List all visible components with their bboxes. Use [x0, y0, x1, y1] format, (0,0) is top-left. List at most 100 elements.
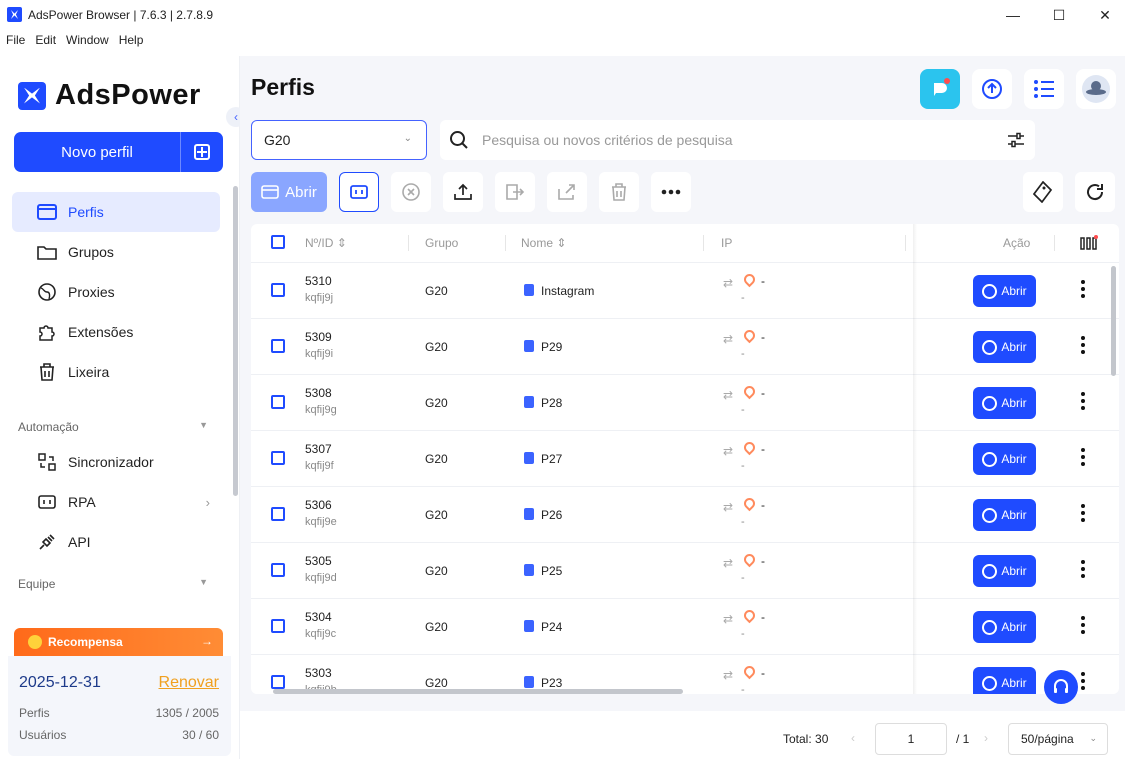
table-row[interactable]: 5310 kqfij9j G20 Instagram ⇄ - - Abrir: [251, 262, 1119, 318]
add-profile-plus-icon[interactable]: [181, 132, 223, 172]
table-row[interactable]: 5304 kqfij9c G20 P24 ⇄ - - Abrir: [251, 598, 1119, 654]
delete-button[interactable]: [599, 172, 639, 212]
page-size-select[interactable]: 50/página ⌄: [1008, 723, 1108, 755]
select-all-checkbox[interactable]: [271, 235, 285, 249]
more-actions-button[interactable]: [651, 172, 691, 212]
move-group-button[interactable]: [495, 172, 535, 212]
location-pin-icon: [741, 383, 758, 400]
assistant-app-icon[interactable]: [920, 69, 960, 109]
open-profile-button[interactable]: Abrir: [973, 611, 1036, 643]
row-more-icon[interactable]: [1081, 448, 1085, 468]
column-divider: [505, 235, 506, 251]
row-checkbox[interactable]: [271, 283, 285, 297]
reward-banner[interactable]: Recompensa →: [14, 628, 223, 656]
group-select[interactable]: G20 ⌄: [251, 120, 427, 160]
filter-sliders-icon[interactable]: [1007, 132, 1025, 148]
rpa-robot-button[interactable]: [339, 172, 379, 212]
row-checkbox[interactable]: [271, 619, 285, 633]
prev-page-chevron-icon[interactable]: ‹: [851, 731, 855, 745]
share-button[interactable]: [547, 172, 587, 212]
row-more-icon[interactable]: [1081, 672, 1085, 692]
minimize-button[interactable]: —: [990, 0, 1036, 30]
new-profile-button[interactable]: Novo perfil: [14, 132, 223, 172]
menu-file[interactable]: File: [6, 33, 25, 53]
menu-edit[interactable]: Edit: [35, 33, 56, 53]
column-header-id[interactable]: Nº/ID ⇕: [305, 236, 347, 250]
profile-name[interactable]: P29: [541, 340, 562, 354]
profile-card-icon: [36, 201, 58, 223]
profile-name[interactable]: P26: [541, 508, 562, 522]
row-checkbox[interactable]: [271, 507, 285, 521]
sidebar-item-proxies[interactable]: Proxies: [12, 272, 220, 312]
table-row[interactable]: 5303kqfij9bG20P23⇄--Abrir: [251, 654, 1119, 694]
sidebar-item-lixeira[interactable]: Lixeira: [12, 352, 220, 392]
open-profile-button[interactable]: Abrir: [973, 275, 1036, 307]
refresh-icon: [1087, 184, 1104, 201]
renew-link[interactable]: Renovar: [159, 674, 219, 692]
sidebar-scrollbar[interactable]: [233, 186, 238, 496]
row-checkbox[interactable]: [271, 675, 285, 689]
profile-name[interactable]: Instagram: [541, 284, 594, 298]
profile-name[interactable]: P23: [541, 676, 562, 690]
sidebar-item-api[interactable]: API: [12, 522, 220, 562]
table-row[interactable]: 5309 kqfij9i G20 P29 ⇄ - - Abrir: [251, 318, 1119, 374]
profile-name[interactable]: P28: [541, 396, 562, 410]
row-more-icon[interactable]: [1081, 616, 1085, 636]
profile-name[interactable]: P24: [541, 620, 562, 634]
profile-name[interactable]: P27: [541, 452, 562, 466]
proxy-switch-icon: ⇄: [723, 668, 734, 682]
row-more-icon[interactable]: [1081, 504, 1085, 524]
open-profile-button[interactable]: Abrir: [973, 667, 1036, 694]
horizontal-scrollbar[interactable]: [273, 689, 683, 694]
section-equipe[interactable]: Equipe ▼: [18, 577, 218, 591]
sync-upload-icon[interactable]: [972, 69, 1012, 109]
column-header-name[interactable]: Nome ⇕: [521, 236, 566, 250]
menu-help[interactable]: Help: [119, 33, 144, 53]
new-profile-label[interactable]: Novo perfil: [14, 132, 181, 172]
sidebar-item-extensoes[interactable]: Extensões: [12, 312, 220, 352]
open-profile-button[interactable]: Abrir: [973, 555, 1036, 587]
open-profile-button[interactable]: Abrir: [973, 387, 1036, 419]
column-header-id-label: Nº/ID: [305, 236, 334, 250]
row-more-icon[interactable]: [1081, 560, 1085, 580]
row-more-icon[interactable]: [1081, 336, 1085, 356]
open-profile-button[interactable]: Abrir: [973, 331, 1036, 363]
table-row[interactable]: 5305 kqfij9d G20 P25 ⇄ - - Abrir: [251, 542, 1119, 598]
sidebar-item-perfis[interactable]: Perfis: [12, 192, 220, 232]
row-more-icon[interactable]: [1081, 392, 1085, 412]
row-checkbox[interactable]: [271, 451, 285, 465]
table-row[interactable]: 5306 kqfij9e G20 P26 ⇄ - - Abrir: [251, 486, 1119, 542]
profile-ip-detail: -: [741, 460, 745, 472]
close-profiles-button[interactable]: [391, 172, 431, 212]
table-row[interactable]: 5307 kqfij9f G20 P27 ⇄ - - Abrir: [251, 430, 1119, 486]
close-button[interactable]: ✕: [1082, 0, 1125, 30]
section-automacao[interactable]: Automação ▼: [18, 420, 218, 434]
column-settings-icon[interactable]: [1080, 235, 1098, 251]
next-page-chevron-icon[interactable]: ›: [984, 731, 988, 745]
page-number-input[interactable]: 1: [875, 723, 947, 755]
tag-button[interactable]: [1023, 172, 1063, 212]
open-profile-button[interactable]: Abrir: [973, 499, 1036, 531]
menu-window[interactable]: Window: [66, 33, 109, 53]
row-checkbox[interactable]: [271, 395, 285, 409]
support-headset-icon[interactable]: [1044, 670, 1078, 704]
row-checkbox[interactable]: [271, 339, 285, 353]
upload-button[interactable]: [443, 172, 483, 212]
open-profile-button[interactable]: Abrir: [973, 443, 1036, 475]
row-checkbox[interactable]: [271, 563, 285, 577]
row-more-icon[interactable]: [1081, 280, 1085, 300]
sidebar-item-rpa[interactable]: RPA ›: [12, 482, 220, 522]
user-avatar[interactable]: [1076, 69, 1116, 109]
profile-name[interactable]: P25: [541, 564, 562, 578]
refresh-button[interactable]: [1075, 172, 1115, 212]
location-pin-icon: [741, 439, 758, 456]
sidebar-item-grupos[interactable]: Grupos: [12, 232, 220, 272]
sidebar-item-sincronizador[interactable]: Sincronizador: [12, 442, 220, 482]
search-input[interactable]: Pesquisa ou novos critérios de pesquisa: [482, 132, 733, 148]
open-selected-button[interactable]: Abrir: [251, 172, 327, 212]
search-bar[interactable]: Pesquisa ou novos critérios de pesquisa: [440, 120, 1035, 160]
task-list-icon[interactable]: [1024, 69, 1064, 109]
maximize-button[interactable]: ☐: [1036, 0, 1082, 30]
vertical-scrollbar[interactable]: [1111, 266, 1116, 376]
table-row[interactable]: 5308 kqfij9g G20 P28 ⇄ - - Abrir: [251, 374, 1119, 430]
